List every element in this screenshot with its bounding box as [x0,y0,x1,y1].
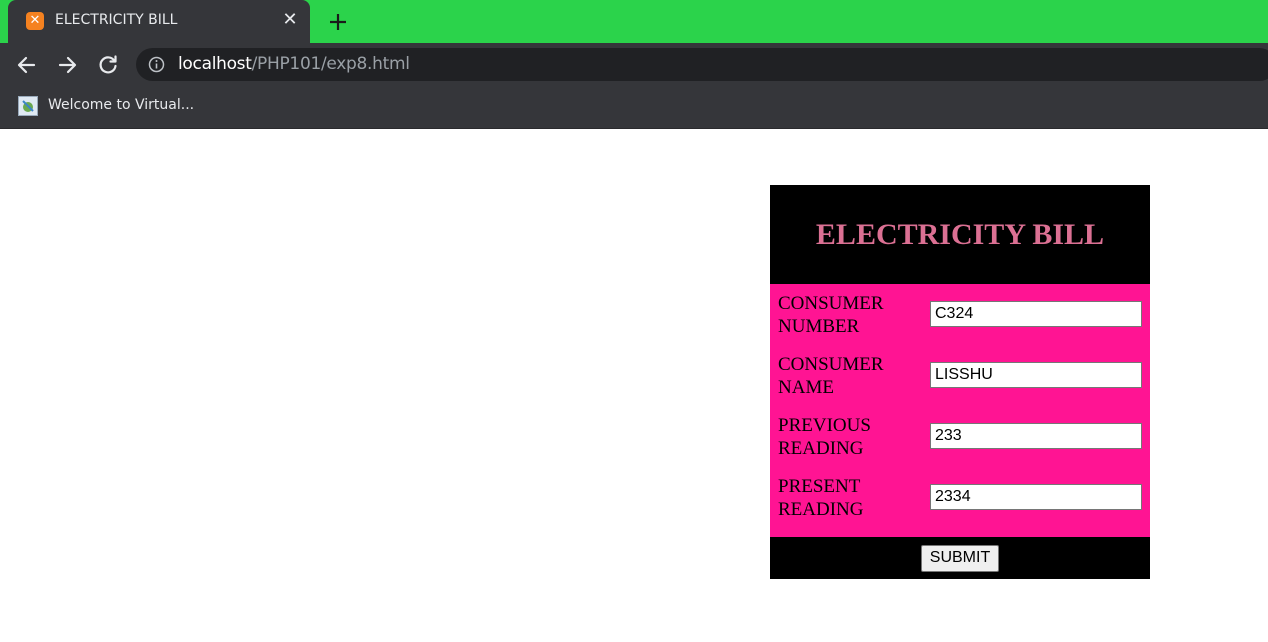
url-path: /PHP101/exp8.html [251,54,410,74]
browser-tab-strip: ✕ ELECTRICITY BILL ✕ [0,0,1268,43]
form-header: ELECTRICITY BILL [770,185,1150,284]
consumer-name-input[interactable] [930,362,1142,388]
form-title: ELECTRICITY BILL [815,217,1105,251]
consumer-number-input[interactable] [930,301,1142,327]
back-button[interactable] [14,52,40,78]
info-circle-icon[interactable] [148,56,165,73]
url-text: localhost/PHP101/exp8.html [178,54,410,74]
tab-title: ELECTRICITY BILL [55,12,178,28]
form-body: CONSUMER NUMBER CONSUMER NAME PREVIOUS R… [770,284,1150,537]
consumer-number-row: CONSUMER NUMBER [770,290,1150,351]
new-tab-button[interactable] [325,9,351,35]
xampp-icon: ✕ [26,12,44,30]
arrow-left-icon [17,56,36,74]
plus-icon [330,14,346,30]
bookmark-label: Welcome to Virtual... [48,97,195,113]
browser-toolbar: localhost/PHP101/exp8.html [0,43,1268,86]
reload-icon [99,55,117,74]
browser-tab[interactable]: ✕ ELECTRICITY BILL ✕ [8,0,310,43]
url-host: localhost [178,54,252,74]
electricity-bill-form: ELECTRICITY BILL CONSUMER NUMBER CONSUME… [770,185,1150,579]
form-footer: SUBMIT [770,537,1150,579]
previous-reading-input[interactable] [930,423,1142,449]
previous-reading-label: PREVIOUS READING [778,415,871,459]
arrow-right-icon [58,56,77,74]
submit-button[interactable]: SUBMIT [920,544,1000,572]
present-reading-label: PRESENT READING [778,476,864,520]
address-bar[interactable]: localhost/PHP101/exp8.html [136,48,1268,81]
consumer-name-label: CONSUMER NAME [778,354,884,398]
forward-button[interactable] [54,52,80,78]
consumer-number-label: CONSUMER NUMBER [778,293,884,337]
present-reading-row: PRESENT READING [770,473,1150,534]
present-reading-input[interactable] [930,484,1142,510]
bookmarks-bar: Welcome to Virtual... [0,86,1268,129]
previous-reading-row: PREVIOUS READING [770,412,1150,473]
virtual-lab-icon [18,96,38,116]
reload-button[interactable] [95,52,121,78]
tab-close-icon[interactable]: ✕ [280,10,300,30]
consumer-name-row: CONSUMER NAME [770,351,1150,412]
